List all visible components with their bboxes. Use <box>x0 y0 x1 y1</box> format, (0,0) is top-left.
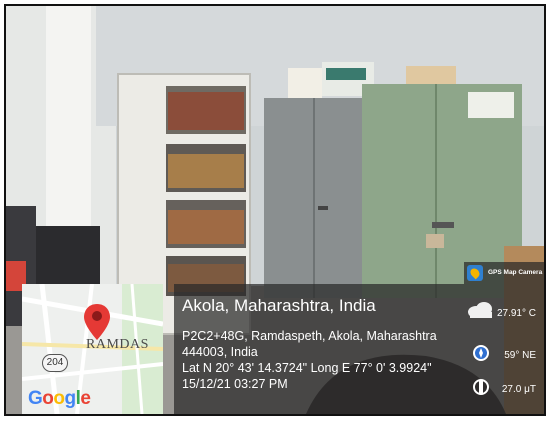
location-pin-icon <box>84 304 110 340</box>
app-brand: GPS Map Camera <box>464 262 544 284</box>
address-line-1: P2C2+48G, Ramdaspeth, Akola, Maharashtra <box>182 329 437 343</box>
app-name: GPS Map Camera <box>488 269 543 276</box>
address-line-2: 444003, India <box>182 345 258 359</box>
magnetic-field-icon <box>473 379 489 395</box>
wind-direction: 59° NE <box>504 350 536 361</box>
map-thumbnail[interactable]: RAMDAS 204 Google <box>22 284 163 414</box>
magnetic-field: 27.0 μT <box>501 384 536 395</box>
map-area-label: RAMDAS <box>86 337 149 352</box>
location-title: Akola, Maharashtra, India <box>182 296 376 315</box>
google-logo: Google <box>28 388 91 409</box>
gps-map-camera-logo-icon <box>467 265 483 281</box>
address-block: P2C2+48G, Ramdaspeth, Akola, Maharashtra… <box>182 328 472 392</box>
photo-frame: RAMDAS 204 Google GPS Map Camera Akola, … <box>4 4 546 416</box>
timestamp: 15/12/21 03:27 PM <box>182 377 288 391</box>
compass-icon <box>473 345 489 361</box>
road-number-badge: 204 <box>42 354 68 372</box>
cloud-icon <box>468 302 492 318</box>
temperature: 27.91° C <box>496 308 536 319</box>
coordinates: Lat N 20° 43' 14.3724" Long E 77° 0' 3.9… <box>182 361 432 375</box>
